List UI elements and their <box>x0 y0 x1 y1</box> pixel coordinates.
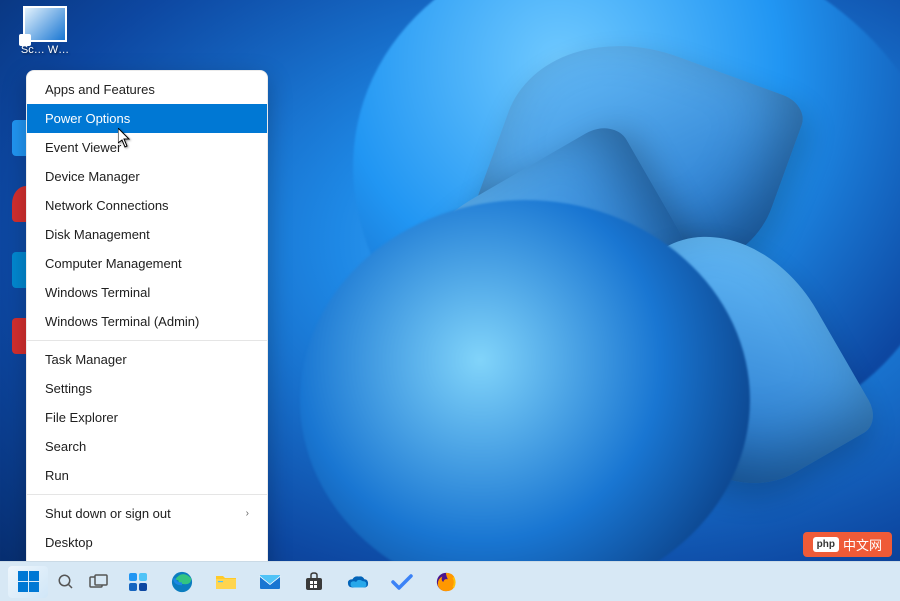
menu-item-label: File Explorer <box>45 410 118 425</box>
check-icon <box>391 571 413 593</box>
cloud-icon <box>347 571 369 593</box>
winx-context-menu[interactable]: Apps and Features Power Options Event View… <box>26 70 268 591</box>
desktop-shortcut-icon[interactable]: Sc… W… <box>10 6 80 56</box>
store-icon <box>303 571 325 593</box>
chevron-right-icon: › <box>246 508 249 519</box>
folder-icon <box>215 571 237 593</box>
watermark-badge: php 中文网 <box>803 532 892 557</box>
menu-item-disk-management[interactable]: Disk Management <box>27 220 267 249</box>
taskbar-firefox-button[interactable] <box>426 566 466 598</box>
taskbar-mail-button[interactable] <box>250 566 290 598</box>
taskbar-taskview-button[interactable] <box>84 566 114 598</box>
menu-item-label: Task Manager <box>45 352 127 367</box>
menu-item-network-connections[interactable]: Network Connections <box>27 191 267 220</box>
watermark-php-label: php <box>813 537 839 552</box>
start-button[interactable] <box>8 566 48 598</box>
taskbar-onedrive-button[interactable] <box>338 566 378 598</box>
menu-item-event-viewer[interactable]: Event Viewer <box>27 133 267 162</box>
menu-item-label: Shut down or sign out <box>45 506 171 521</box>
windows-logo-icon <box>18 571 39 592</box>
menu-item-settings[interactable]: Settings <box>27 374 267 403</box>
taskbar-file-explorer-button[interactable] <box>206 566 246 598</box>
menu-item-label: Windows Terminal <box>45 285 150 300</box>
menu-item-task-manager[interactable]: Task Manager <box>27 345 267 374</box>
menu-item-label: Windows Terminal (Admin) <box>45 314 199 329</box>
menu-item-windows-terminal-admin[interactable]: Windows Terminal (Admin) <box>27 307 267 336</box>
firefox-icon <box>435 571 457 593</box>
taskbar-search-button[interactable] <box>52 566 80 598</box>
mail-icon <box>259 571 281 593</box>
menu-item-apps-and-features[interactable]: Apps and Features <box>27 75 267 104</box>
menu-separator <box>27 340 267 341</box>
menu-item-device-manager[interactable]: Device Manager <box>27 162 267 191</box>
menu-item-label: Apps and Features <box>45 82 155 97</box>
search-icon <box>55 571 77 593</box>
menu-item-label: Device Manager <box>45 169 140 184</box>
menu-item-label: Run <box>45 468 69 483</box>
taskbar <box>0 561 900 601</box>
menu-item-label: Event Viewer <box>45 140 121 155</box>
menu-item-label: Disk Management <box>45 227 150 242</box>
menu-item-shut-down-or-sign-out[interactable]: Shut down or sign out › <box>27 499 267 528</box>
taskview-icon <box>88 571 110 593</box>
menu-item-computer-management[interactable]: Computer Management <box>27 249 267 278</box>
taskbar-store-button[interactable] <box>294 566 334 598</box>
menu-item-label: Network Connections <box>45 198 169 213</box>
menu-item-power-options[interactable]: Power Options <box>27 104 267 133</box>
taskbar-todo-button[interactable] <box>382 566 422 598</box>
menu-item-label: Search <box>45 439 86 454</box>
menu-item-windows-terminal[interactable]: Windows Terminal <box>27 278 267 307</box>
menu-item-file-explorer[interactable]: File Explorer <box>27 403 267 432</box>
menu-item-label: Computer Management <box>45 256 182 271</box>
edge-icon <box>171 571 193 593</box>
menu-item-run[interactable]: Run <box>27 461 267 490</box>
menu-item-desktop[interactable]: Desktop <box>27 528 267 557</box>
menu-item-label: Settings <box>45 381 92 396</box>
menu-item-label: Power Options <box>45 111 130 126</box>
shortcut-thumbnail-icon <box>23 6 67 42</box>
watermark-text: 中文网 <box>843 535 882 554</box>
menu-item-label: Desktop <box>45 535 93 550</box>
menu-separator <box>27 494 267 495</box>
taskbar-widgets-button[interactable] <box>118 566 158 598</box>
taskbar-edge-button[interactable] <box>162 566 202 598</box>
menu-item-search[interactable]: Search <box>27 432 267 461</box>
widgets-icon <box>127 571 149 593</box>
